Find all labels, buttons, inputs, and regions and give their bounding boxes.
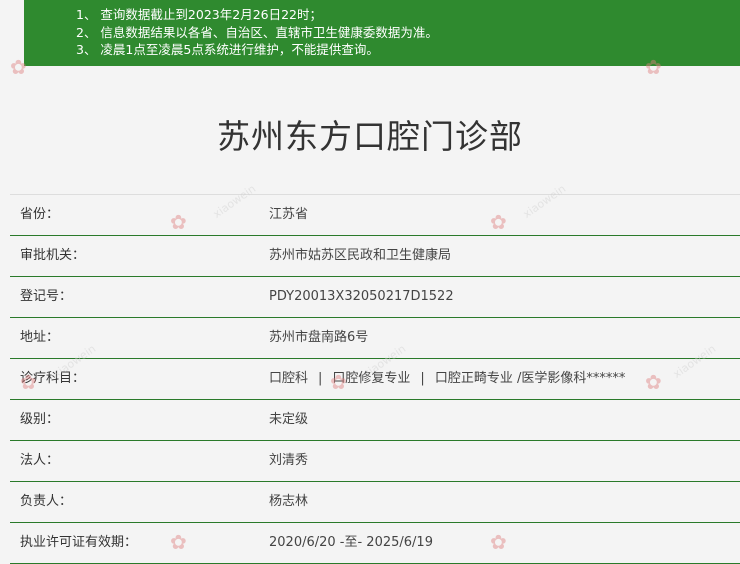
table-row-registration-number: 登记号： PDY20013X32050217D1522 <box>10 277 740 318</box>
table-row-license-validity: 执业许可证有效期： 2020/6/20 -至- 2025/6/19 <box>10 523 740 564</box>
departments-value: 口腔科 | 口腔修复专业 | 口腔正畸专业 /医学影像科****** <box>269 359 625 399</box>
notice-item: 1、 查询数据截止到2023年2月26日22时； <box>76 7 323 22</box>
notice-list: 1、 查询数据截止到2023年2月26日22时； 2、 信息数据结果以各省、自治… <box>24 0 740 59</box>
row-value: 2020/6/20 -至- 2025/6/19 <box>269 535 433 550</box>
notice-item: 2、 信息数据结果以各省、自治区、直辖市卫生健康委数据为准。 <box>76 24 438 40</box>
row-value: 刘清秀 <box>269 453 309 468</box>
row-value: 江苏省 <box>269 207 309 222</box>
page-title: 苏州东方口腔门诊部 <box>217 117 523 156</box>
department-separator: | <box>420 371 425 386</box>
table-row-legal-person: 法人： 刘清秀 <box>10 441 740 482</box>
row-value: 苏州市盘南路6号 <box>269 330 369 345</box>
table-row-departments: 诊疗科目： 口腔科 | 口腔修复专业 | 口腔正畸专业 /医学影像科****** <box>10 359 740 400</box>
department-separator: | <box>318 371 323 386</box>
table-row-level: 级别： 未定级 <box>10 400 740 441</box>
table-row-province: 省份： 江苏省 <box>10 194 740 236</box>
row-label: 法人： <box>20 453 60 468</box>
row-label: 地址： <box>20 330 60 345</box>
row-label: 负责人： <box>20 494 73 509</box>
table-row-address: 地址： 苏州市盘南路6号 <box>10 318 740 359</box>
row-label: 级别： <box>20 412 60 427</box>
row-value: 未定级 <box>269 412 309 427</box>
row-label: 登记号： <box>20 289 73 304</box>
row-label: 审批机关： <box>20 248 86 263</box>
row-label: 诊疗科目： <box>20 371 86 386</box>
department-item: 口腔正畸专业 /医学影像科****** <box>434 371 626 386</box>
row-label: 省份： <box>20 207 60 222</box>
notice-item: 3、 凌晨1点至凌晨5点系统进行维护，不能提供查询。 <box>76 42 379 57</box>
department-item: 口腔科 <box>269 371 309 386</box>
row-label: 执业许可证有效期： <box>20 535 138 550</box>
table-row-approval-authority: 审批机关： 苏州市姑苏区民政和卫生健康局 <box>10 236 740 277</box>
row-value: PDY20013X32050217D1522 <box>269 289 454 304</box>
table-row-person-in-charge: 负责人： 杨志林 <box>10 482 740 523</box>
department-item: 口腔修复专业 <box>332 371 411 386</box>
clinic-info-table: 省份： 江苏省 审批机关： 苏州市姑苏区民政和卫生健康局 登记号： PDY200… <box>10 194 740 564</box>
row-value: 杨志林 <box>269 494 309 509</box>
row-value: 苏州市姑苏区民政和卫生健康局 <box>269 248 452 263</box>
notice-banner: 1、 查询数据截止到2023年2月26日22时； 2、 信息数据结果以各省、自治… <box>24 0 740 66</box>
